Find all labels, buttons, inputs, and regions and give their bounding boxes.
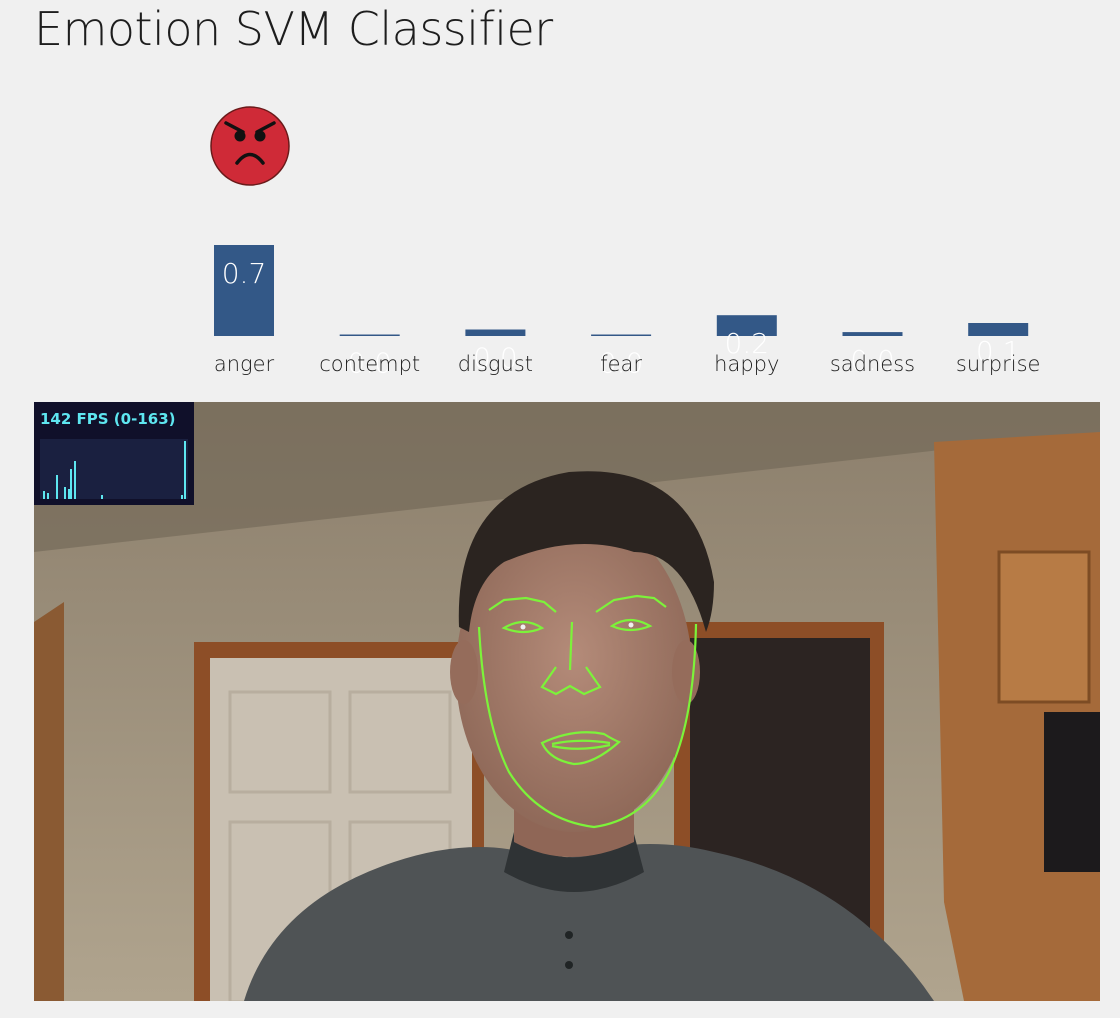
category-label-happy: happy [714, 352, 779, 376]
emotion-bar-chart: 0.7anger 0.0contempt 0.0disgust 0.0fear0.2h… [214, 245, 1041, 380]
fps-monitor: 142 FPS (0-163) [34, 402, 194, 505]
category-label-fear: fear [600, 352, 642, 376]
category-label-anger: anger [214, 352, 275, 376]
category-label-disgust: disgust [458, 352, 533, 376]
bar-contempt [339, 334, 400, 336]
fps-label: 142 FPS (0-163) [40, 410, 176, 428]
fps-graph [40, 439, 188, 499]
category-label-sadness: sadness [830, 352, 915, 376]
bar-sadness [842, 332, 903, 336]
bar-fear [591, 334, 652, 336]
category-label-surprise: surprise [956, 352, 1041, 376]
bar-disgust [465, 329, 526, 336]
category-label-contempt: contempt [319, 352, 420, 376]
bar-value-anger: 0.7 [222, 257, 267, 290]
